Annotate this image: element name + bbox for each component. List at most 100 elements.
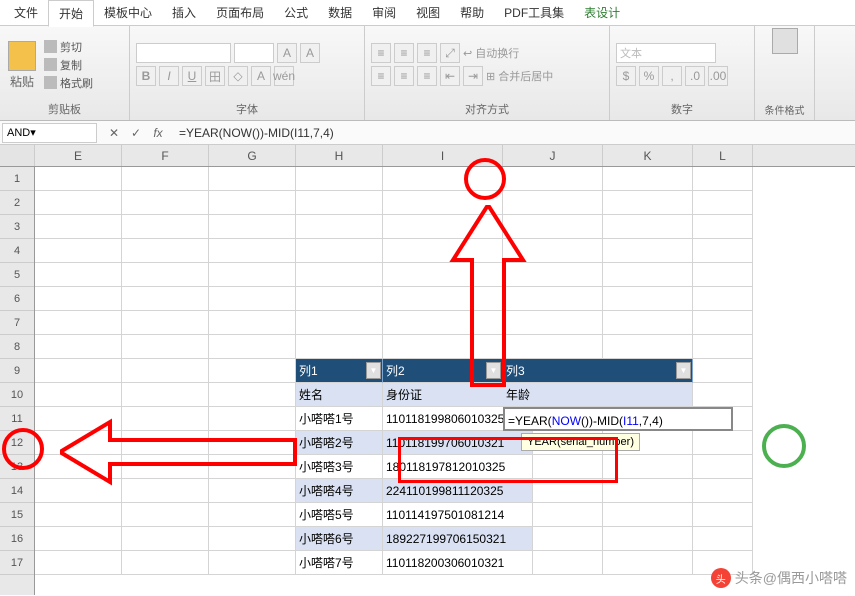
cell[interactable] xyxy=(209,167,296,191)
col-header-L[interactable]: L xyxy=(693,145,753,166)
cell[interactable] xyxy=(383,239,503,263)
cell[interactable] xyxy=(503,263,603,287)
cell[interactable] xyxy=(122,455,209,479)
table-cell[interactable]: 小嗒嗒7号 xyxy=(296,551,383,575)
cell[interactable] xyxy=(603,311,693,335)
cell[interactable] xyxy=(35,359,122,383)
cell[interactable] xyxy=(209,503,296,527)
menu-表设计[interactable]: 表设计 xyxy=(574,0,630,25)
cell[interactable] xyxy=(209,335,296,359)
menu-视图[interactable]: 视图 xyxy=(406,0,450,25)
font-color-button[interactable]: A xyxy=(251,66,271,86)
cell[interactable] xyxy=(693,263,753,287)
table-cell[interactable]: 列3▼ xyxy=(503,359,693,383)
align-center-button[interactable]: ≡ xyxy=(394,66,414,86)
cells-area[interactable]: 列1▼列2▼列3▼列3▼姓名身份证年龄小嗒嗒1号1101181998060103… xyxy=(35,167,855,595)
cell[interactable] xyxy=(603,167,693,191)
comma-button[interactable]: , xyxy=(662,66,682,86)
fill-color-button[interactable]: ◇ xyxy=(228,66,248,86)
name-box[interactable]: AND ▾ xyxy=(2,123,97,143)
italic-button[interactable]: I xyxy=(159,66,179,86)
decrease-font-button[interactable]: A xyxy=(300,43,320,63)
accept-formula-button[interactable]: ✓ xyxy=(127,126,145,140)
font-size-select[interactable] xyxy=(234,43,274,63)
cell[interactable] xyxy=(122,479,209,503)
row-header-9[interactable]: 9 xyxy=(0,359,34,383)
table-cell[interactable]: 小嗒嗒6号 xyxy=(296,527,383,551)
cell[interactable] xyxy=(209,239,296,263)
col-header-E[interactable]: E xyxy=(35,145,122,166)
table-cell[interactable]: 列1▼ xyxy=(296,359,383,383)
cell[interactable] xyxy=(122,407,209,431)
cell[interactable] xyxy=(296,167,383,191)
row-header-10[interactable]: 10 xyxy=(0,383,34,407)
cell[interactable] xyxy=(503,287,603,311)
cell[interactable] xyxy=(35,383,122,407)
editing-cell[interactable]: =YEAR(NOW())-MID(I11,7,4) xyxy=(503,407,733,431)
table-cell[interactable]: 小嗒嗒3号 xyxy=(296,455,383,479)
cell[interactable] xyxy=(603,215,693,239)
cell[interactable] xyxy=(503,239,603,263)
row-header-2[interactable]: 2 xyxy=(0,191,34,215)
filter-dropdown-icon[interactable]: ▼ xyxy=(486,362,501,379)
cell[interactable] xyxy=(296,287,383,311)
menu-帮助[interactable]: 帮助 xyxy=(450,0,494,25)
cell[interactable] xyxy=(209,383,296,407)
cell[interactable] xyxy=(209,287,296,311)
cell[interactable] xyxy=(122,335,209,359)
cell[interactable] xyxy=(35,335,122,359)
cell[interactable] xyxy=(122,167,209,191)
cell[interactable] xyxy=(503,167,603,191)
currency-button[interactable]: $ xyxy=(616,66,636,86)
cell[interactable] xyxy=(35,239,122,263)
row-header-14[interactable]: 14 xyxy=(0,479,34,503)
table-cell[interactable]: 年龄 xyxy=(503,383,693,407)
number-format-select[interactable]: 文本 xyxy=(616,43,716,63)
table-cell[interactable]: 姓名 xyxy=(296,383,383,407)
menu-开始[interactable]: 开始 xyxy=(48,0,94,27)
cell[interactable] xyxy=(693,167,753,191)
col-header-H[interactable]: H xyxy=(296,145,383,166)
cell[interactable] xyxy=(603,503,693,527)
row-header-17[interactable]: 17 xyxy=(0,551,34,575)
cell[interactable] xyxy=(603,527,693,551)
cell[interactable] xyxy=(296,191,383,215)
align-bottom-button[interactable]: ≡ xyxy=(417,43,437,63)
format-painter-button[interactable]: 格式刷 xyxy=(44,75,93,91)
row-header-6[interactable]: 6 xyxy=(0,287,34,311)
cell[interactable] xyxy=(296,263,383,287)
cell[interactable] xyxy=(383,215,503,239)
cell[interactable] xyxy=(693,527,753,551)
row-header-8[interactable]: 8 xyxy=(0,335,34,359)
row-header-16[interactable]: 16 xyxy=(0,527,34,551)
cell[interactable] xyxy=(35,479,122,503)
cell[interactable] xyxy=(603,239,693,263)
increase-decimal-button[interactable]: .0 xyxy=(685,66,705,86)
cell[interactable] xyxy=(209,455,296,479)
cell[interactable] xyxy=(209,263,296,287)
table-cell[interactable]: 小嗒嗒2号 xyxy=(296,431,383,455)
cell[interactable] xyxy=(35,167,122,191)
menu-文件[interactable]: 文件 xyxy=(4,0,48,25)
cell[interactable] xyxy=(209,551,296,575)
table-cell[interactable]: 110118200306010321 xyxy=(383,551,533,575)
cell[interactable] xyxy=(693,239,753,263)
menu-审阅[interactable]: 审阅 xyxy=(362,0,406,25)
cut-button[interactable]: 剪切 xyxy=(44,39,93,55)
cell[interactable] xyxy=(603,263,693,287)
cell[interactable] xyxy=(122,311,209,335)
filter-dropdown-icon[interactable]: ▼ xyxy=(676,362,691,379)
col-header-F[interactable]: F xyxy=(122,145,209,166)
cell[interactable] xyxy=(122,383,209,407)
menu-页面布局[interactable]: 页面布局 xyxy=(206,0,274,25)
table-cell[interactable]: 小嗒嗒1号 xyxy=(296,407,383,431)
cell[interactable] xyxy=(209,191,296,215)
cell[interactable] xyxy=(693,335,753,359)
cell[interactable] xyxy=(296,239,383,263)
cell[interactable] xyxy=(209,359,296,383)
row-header-5[interactable]: 5 xyxy=(0,263,34,287)
cell[interactable] xyxy=(603,455,693,479)
cell[interactable] xyxy=(35,551,122,575)
percent-button[interactable]: % xyxy=(639,66,659,86)
cell[interactable] xyxy=(209,431,296,455)
